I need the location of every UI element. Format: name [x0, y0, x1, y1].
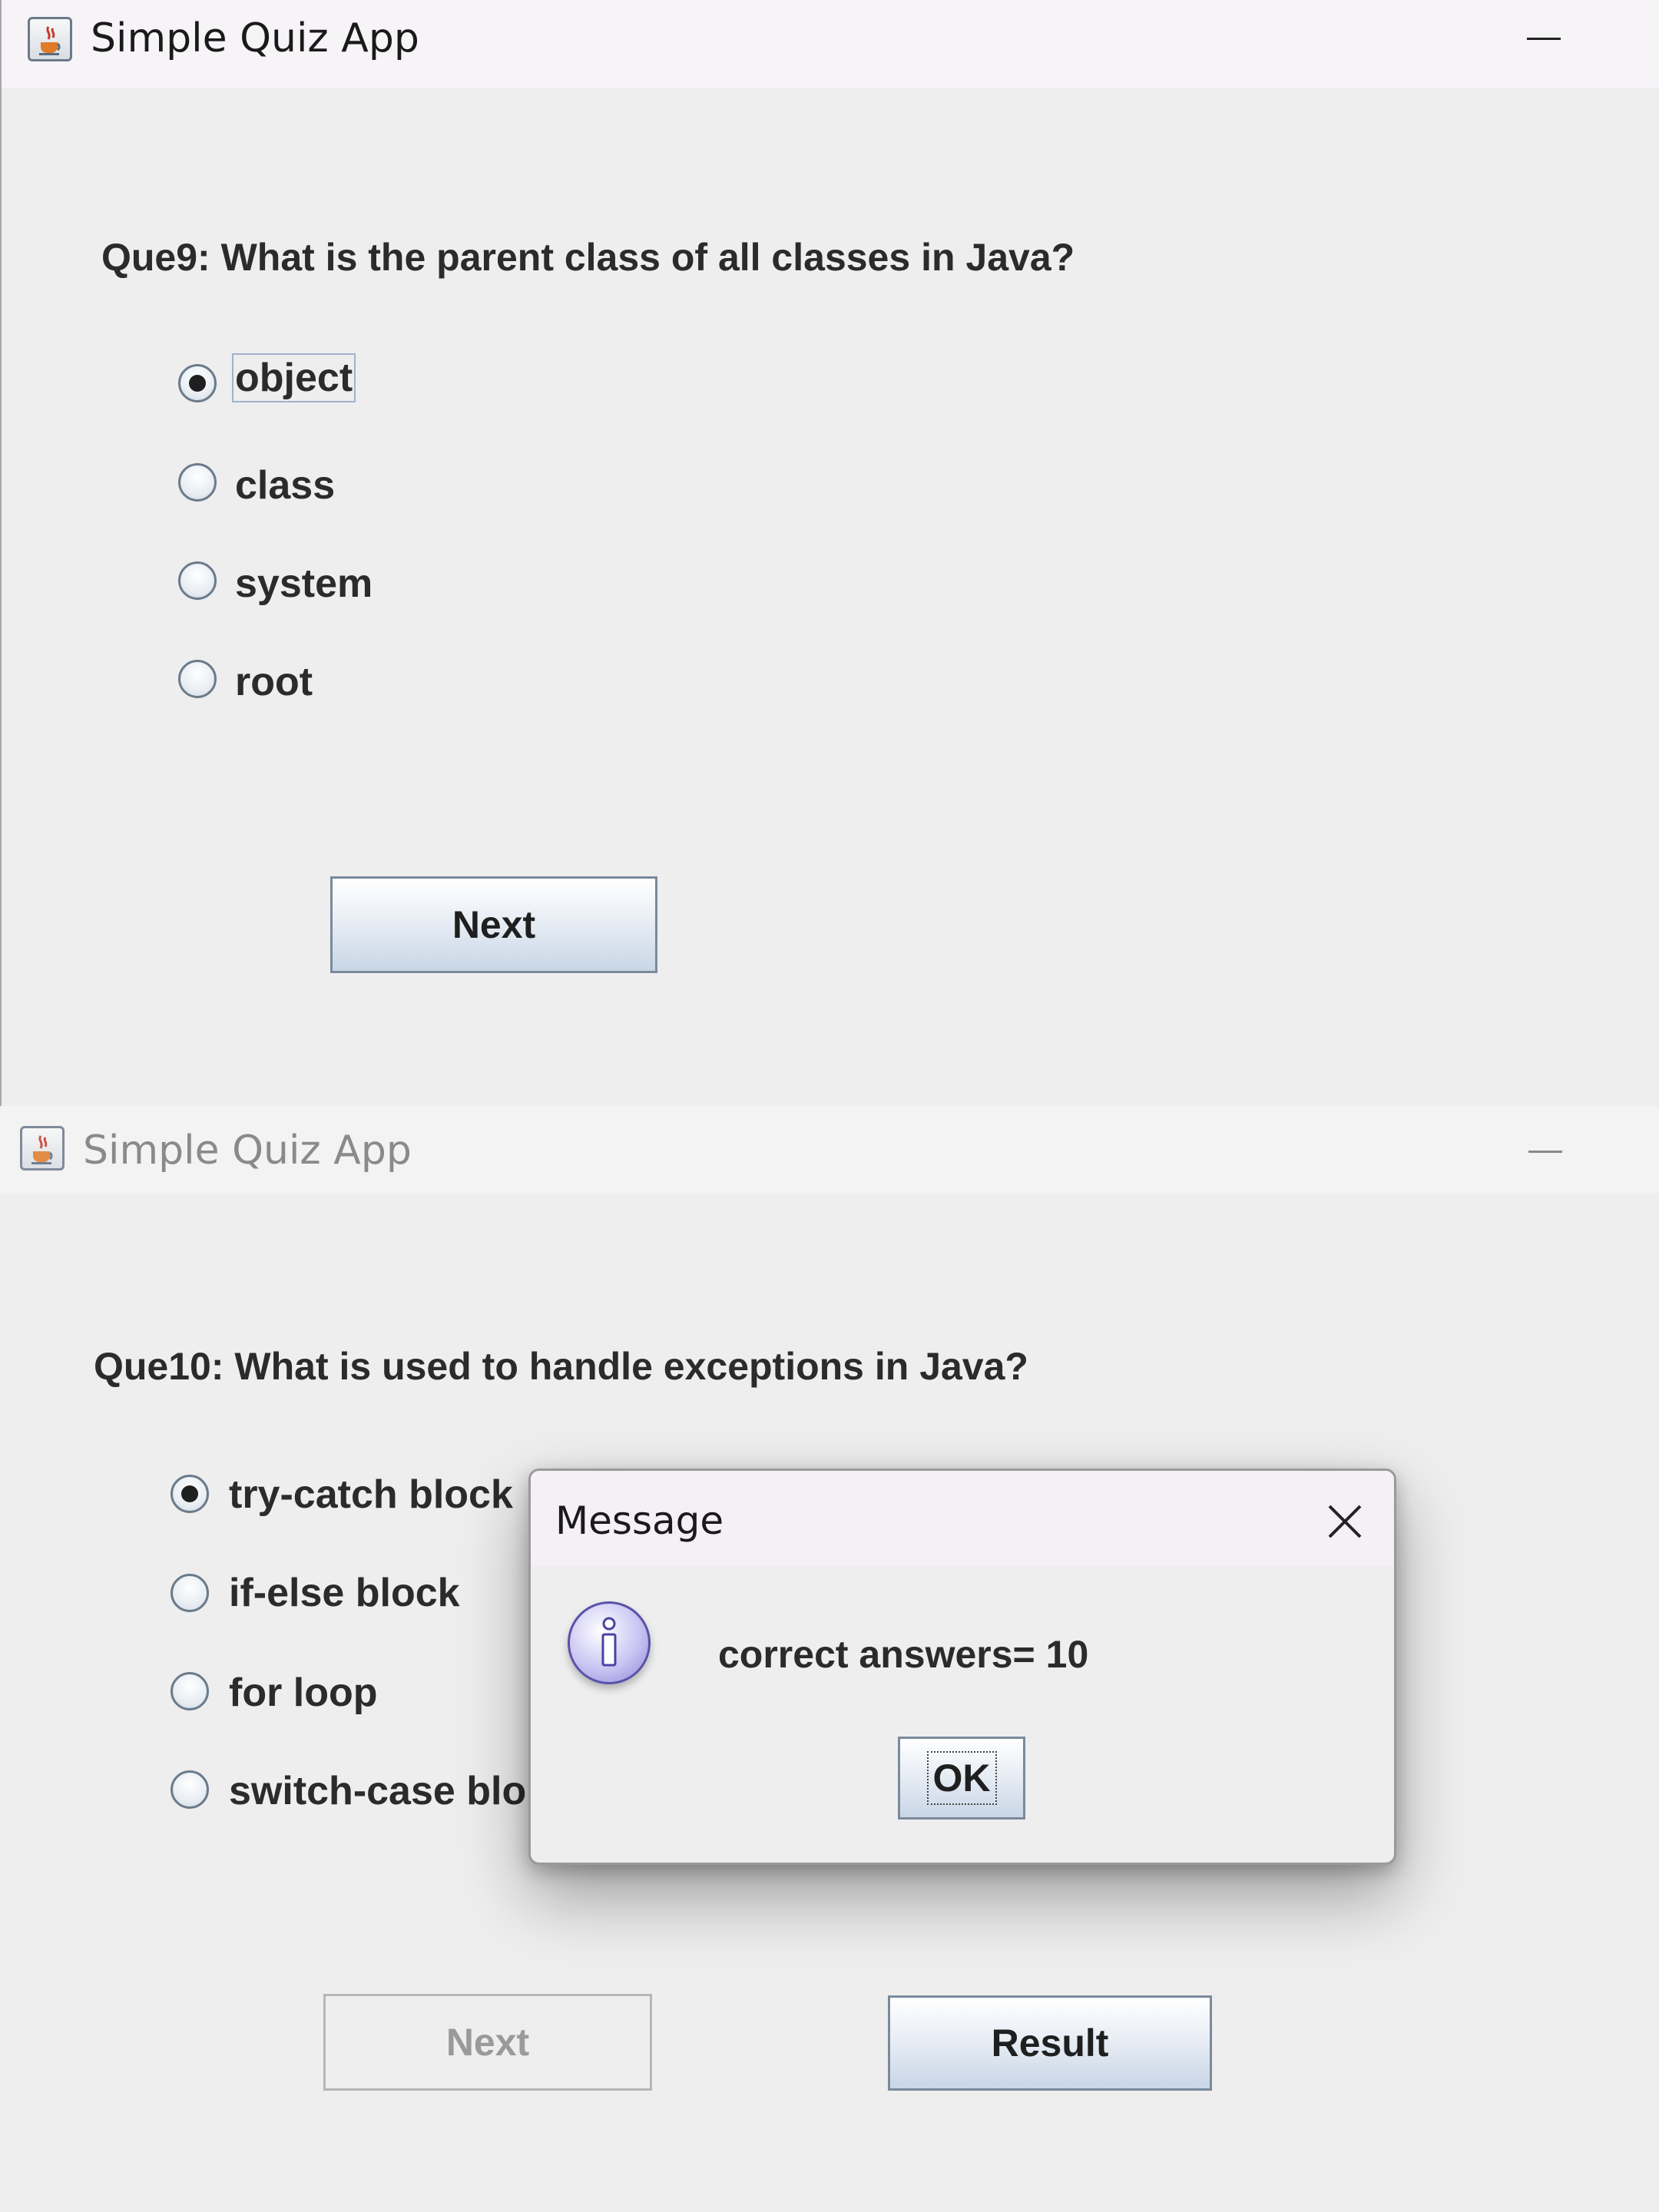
- radio-selected-dot: [181, 1485, 198, 1502]
- question-text: Que9: What is the parent class of all cl…: [101, 236, 1075, 279]
- option-label[interactable]: root: [235, 659, 313, 705]
- quiz-window-1: Simple Quiz App Que9: What is the parent…: [0, 0, 1659, 1106]
- ok-button[interactable]: OK: [898, 1737, 1025, 1820]
- question-text: Que10: What is used to handle exceptions…: [94, 1345, 1028, 1388]
- dialog-title: Message: [555, 1498, 724, 1543]
- option-label[interactable]: if-else block: [229, 1570, 460, 1616]
- info-icon: [568, 1601, 651, 1684]
- radio-option-switch-case[interactable]: [171, 1770, 209, 1809]
- minimize-icon[interactable]: [1528, 1151, 1562, 1153]
- next-button[interactable]: Next: [330, 876, 657, 973]
- option-label[interactable]: for loop: [229, 1670, 378, 1716]
- title-bar[interactable]: Simple Quiz App: [0, 1106, 1659, 1194]
- option-label[interactable]: switch-case blo: [229, 1768, 526, 1814]
- option-label[interactable]: class: [235, 462, 335, 508]
- radio-option-for-loop[interactable]: [171, 1672, 209, 1710]
- next-button: Next: [323, 1994, 652, 2091]
- dialog-title-bar[interactable]: Message: [531, 1471, 1394, 1566]
- result-button[interactable]: Result: [888, 1995, 1212, 2091]
- title-bar[interactable]: Simple Quiz App: [2, 0, 1659, 88]
- radio-selected-dot: [189, 375, 206, 392]
- radio-option-system[interactable]: [178, 561, 217, 600]
- radio-option-if-else[interactable]: [171, 1574, 209, 1612]
- option-label[interactable]: object: [232, 353, 356, 402]
- radio-option-class[interactable]: [178, 463, 217, 502]
- radio-option-object[interactable]: [178, 364, 217, 402]
- radio-option-try-catch[interactable]: [171, 1475, 209, 1513]
- java-cup-icon: [28, 17, 72, 61]
- option-label[interactable]: try-catch block: [229, 1472, 513, 1518]
- radio-option-root[interactable]: [178, 660, 217, 698]
- window-title: Simple Quiz App: [83, 1128, 412, 1174]
- ok-label: OK: [926, 1751, 997, 1805]
- option-label[interactable]: system: [235, 561, 373, 607]
- close-icon[interactable]: [1326, 1503, 1363, 1540]
- message-dialog: Message correct answers= 10 OK: [528, 1469, 1396, 1865]
- java-cup-icon: [20, 1126, 65, 1171]
- window-title: Simple Quiz App: [91, 15, 419, 61]
- result-message: correct answers= 10: [718, 1633, 1089, 1676]
- minimize-icon[interactable]: [1527, 38, 1561, 40]
